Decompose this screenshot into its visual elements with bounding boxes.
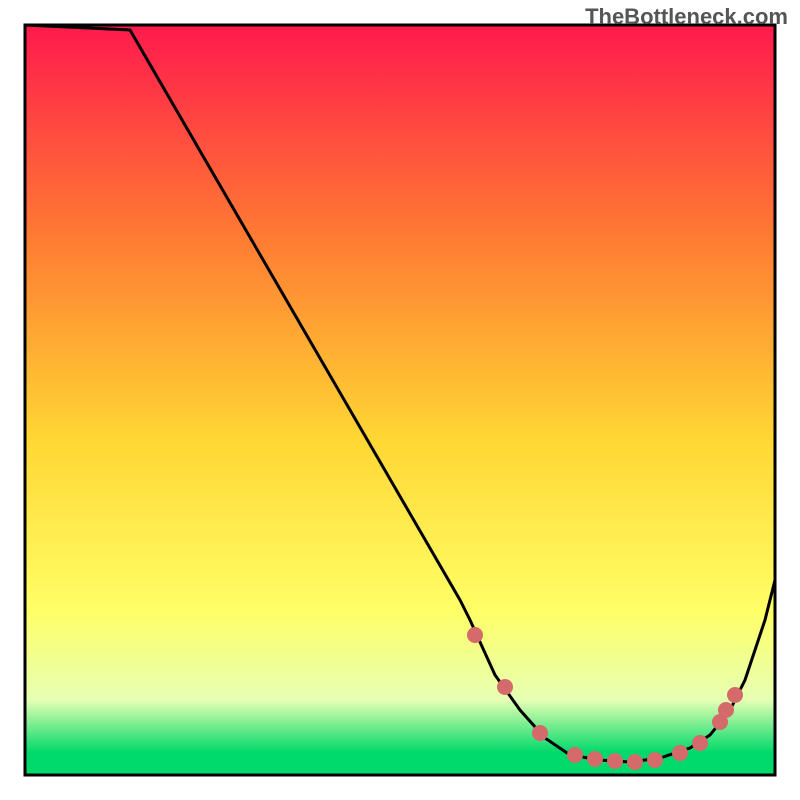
- curve-dot: [672, 745, 688, 761]
- watermark-text: TheBottleneck.com: [585, 4, 788, 30]
- curve-dot: [587, 751, 603, 767]
- chart-svg: [0, 0, 800, 800]
- curve-dot: [727, 687, 743, 703]
- curve-dot: [567, 747, 583, 763]
- gradient-background: [25, 25, 775, 775]
- curve-dot: [647, 752, 663, 768]
- curve-dot: [467, 627, 483, 643]
- curve-dot: [718, 702, 734, 718]
- bottleneck-chart: TheBottleneck.com: [0, 0, 800, 800]
- curve-dot: [607, 753, 623, 769]
- curve-dot: [532, 725, 548, 741]
- curve-dot: [692, 735, 708, 751]
- curve-dot: [627, 754, 643, 770]
- curve-dot: [497, 679, 513, 695]
